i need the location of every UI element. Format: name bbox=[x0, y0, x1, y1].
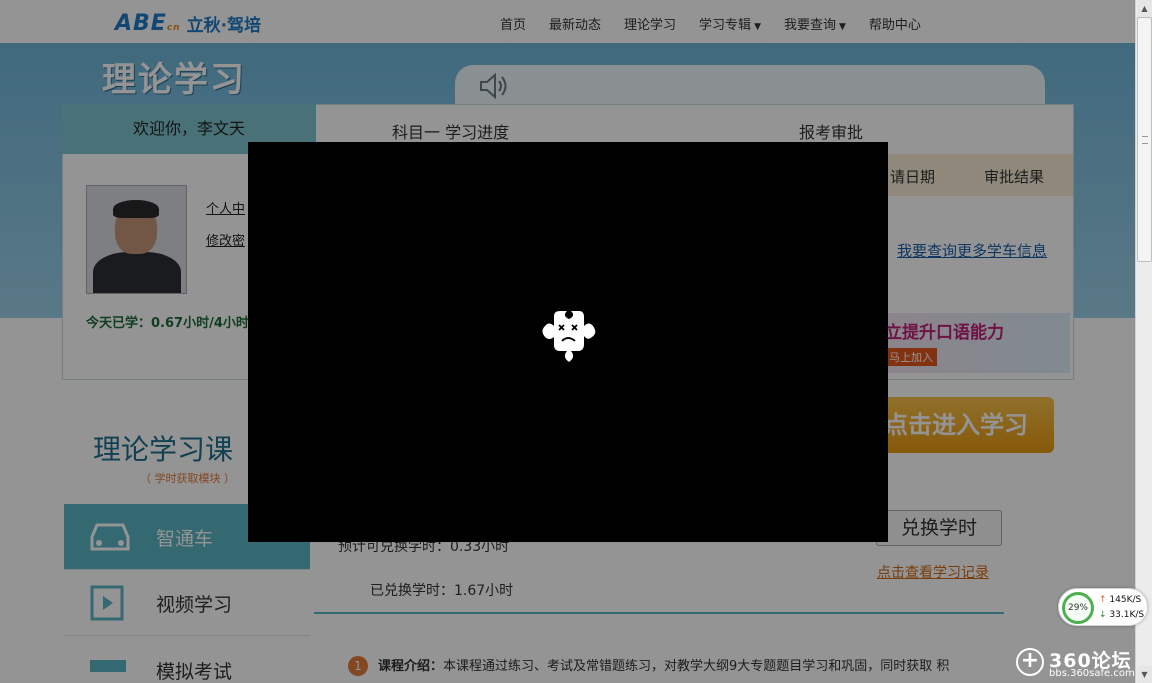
scroll-thumb[interactable] bbox=[1137, 17, 1152, 262]
scroll-down-arrow-icon[interactable]: ▼ bbox=[1137, 666, 1152, 683]
download-speed: ↓ 33.1K/S bbox=[1099, 610, 1145, 620]
network-usage-gauge: 29% bbox=[1062, 592, 1094, 624]
plus-circle-icon: + bbox=[1016, 648, 1044, 676]
upload-arrow-icon: ↑ bbox=[1099, 595, 1107, 605]
network-speed-widget[interactable]: 29% ↑ 145K/S ↓ 33.1K/S bbox=[1058, 588, 1148, 626]
forum-watermark: + 360论坛 bbs.360safe.com bbox=[1016, 646, 1136, 682]
crashed-plugin-icon bbox=[540, 310, 598, 370]
download-arrow-icon: ↓ bbox=[1099, 610, 1107, 620]
vertical-scrollbar[interactable]: ▲ ▼ bbox=[1135, 0, 1152, 683]
scroll-up-arrow-icon[interactable]: ▲ bbox=[1137, 0, 1152, 17]
watermark-url: bbs.360safe.com bbox=[1049, 668, 1135, 679]
upload-speed: ↑ 145K/S bbox=[1099, 595, 1142, 605]
plugin-player[interactable] bbox=[248, 142, 888, 542]
